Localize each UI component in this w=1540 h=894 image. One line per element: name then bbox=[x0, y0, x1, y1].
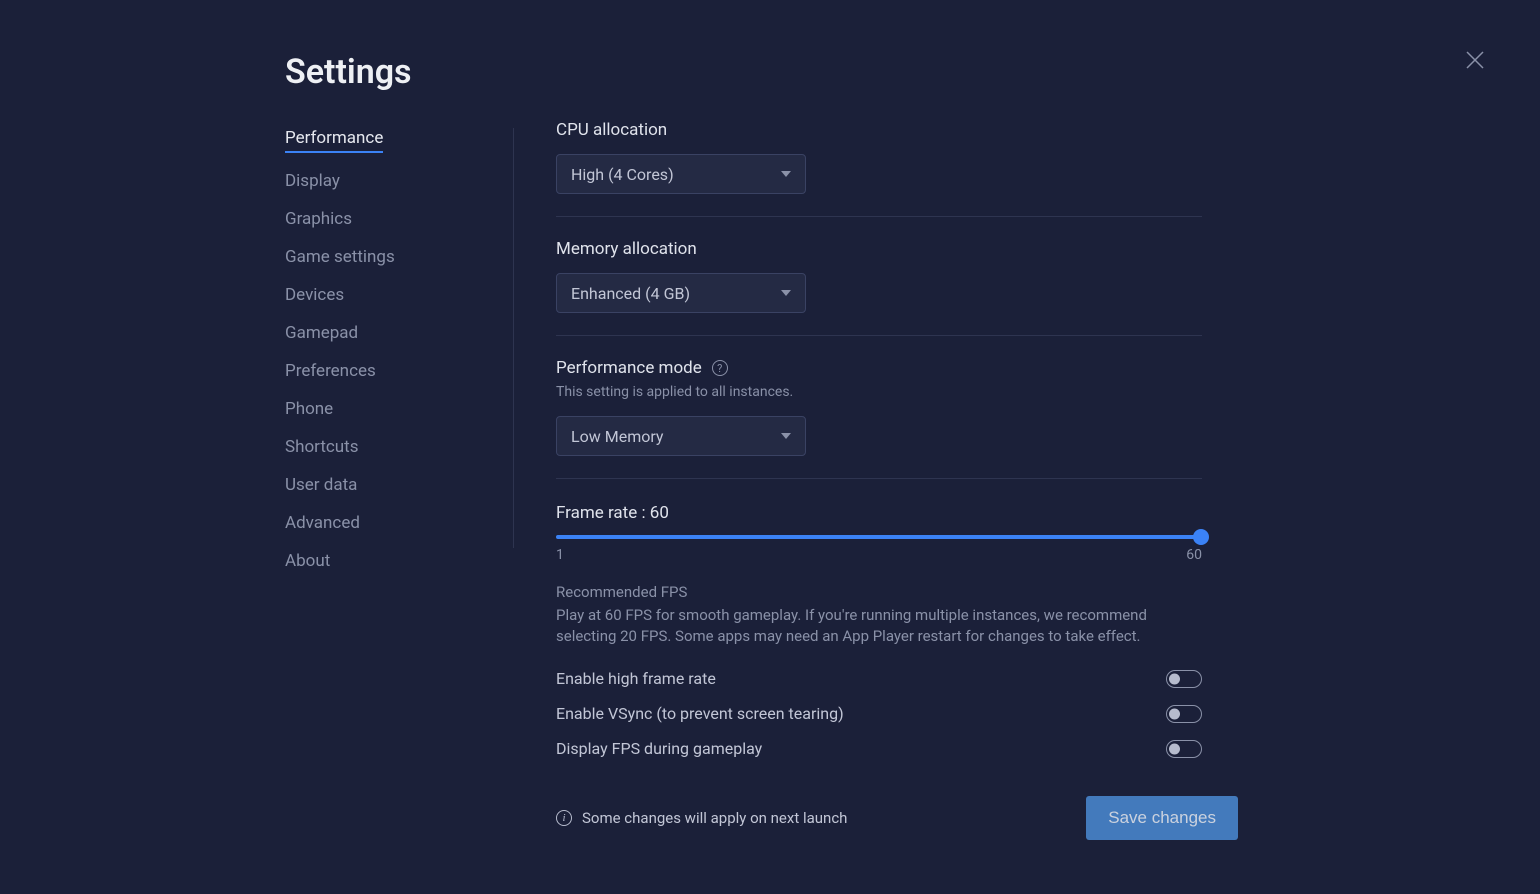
frame-rate-slider[interactable] bbox=[556, 535, 1202, 539]
vsync-label: Enable VSync (to prevent screen tearing) bbox=[556, 704, 844, 723]
high-frame-rate-toggle[interactable] bbox=[1166, 670, 1202, 688]
toggle-knob bbox=[1169, 743, 1180, 754]
section-performance-mode: Performance mode ? This setting is appli… bbox=[556, 335, 1202, 478]
close-icon bbox=[1465, 50, 1485, 70]
settings-content: CPU allocation High (4 Cores) Memory all… bbox=[556, 120, 1202, 780]
display-fps-label: Display FPS during gameplay bbox=[556, 739, 762, 758]
chevron-down-icon bbox=[781, 433, 791, 439]
sidebar-item-devices[interactable]: Devices bbox=[285, 285, 344, 305]
footer-note-text: Some changes will apply on next launch bbox=[582, 809, 847, 827]
frame-rate-min: 1 bbox=[556, 547, 564, 563]
sidebar-item-user-data[interactable]: User data bbox=[285, 475, 357, 495]
cpu-allocation-value: High (4 Cores) bbox=[571, 165, 674, 184]
sidebar-item-preferences[interactable]: Preferences bbox=[285, 361, 376, 381]
save-changes-button[interactable]: Save changes bbox=[1086, 796, 1238, 840]
memory-allocation-value: Enhanced (4 GB) bbox=[571, 284, 690, 303]
toggle-knob bbox=[1169, 673, 1180, 684]
chevron-down-icon bbox=[781, 290, 791, 296]
high-frame-rate-label: Enable high frame rate bbox=[556, 669, 716, 688]
section-memory-allocation: Memory allocation Enhanced (4 GB) bbox=[556, 216, 1202, 335]
settings-sidebar: Performance Display Graphics Game settin… bbox=[285, 128, 485, 571]
sidebar-item-display[interactable]: Display bbox=[285, 171, 340, 191]
footer: i Some changes will apply on next launch… bbox=[556, 796, 1238, 840]
vsync-toggle[interactable] bbox=[1166, 705, 1202, 723]
recommended-fps-title: Recommended FPS bbox=[556, 583, 1202, 601]
sidebar-item-phone[interactable]: Phone bbox=[285, 399, 333, 419]
sidebar-item-performance[interactable]: Performance bbox=[285, 128, 383, 153]
frame-rate-range: 1 60 bbox=[556, 547, 1202, 563]
sidebar-divider bbox=[513, 128, 514, 548]
section-cpu-allocation: CPU allocation High (4 Cores) bbox=[556, 120, 1202, 216]
sidebar-item-about[interactable]: About bbox=[285, 551, 330, 571]
footer-note: i Some changes will apply on next launch bbox=[556, 809, 847, 827]
display-fps-toggle[interactable] bbox=[1166, 740, 1202, 758]
help-icon[interactable]: ? bbox=[712, 360, 728, 376]
cpu-allocation-select[interactable]: High (4 Cores) bbox=[556, 154, 806, 194]
chevron-down-icon bbox=[781, 171, 791, 177]
close-button[interactable] bbox=[1465, 50, 1485, 70]
sidebar-item-shortcuts[interactable]: Shortcuts bbox=[285, 437, 359, 457]
toggle-row-vsync: Enable VSync (to prevent screen tearing) bbox=[556, 704, 1202, 723]
recommended-fps-text: Play at 60 FPS for smooth gameplay. If y… bbox=[556, 605, 1202, 647]
toggle-row-display-fps: Display FPS during gameplay bbox=[556, 739, 1202, 758]
page-title: Settings bbox=[285, 52, 412, 92]
performance-mode-label: Performance mode ? bbox=[556, 358, 1202, 378]
frame-rate-label: Frame rate : 60 bbox=[556, 503, 1202, 523]
performance-mode-select[interactable]: Low Memory bbox=[556, 416, 806, 456]
sidebar-item-graphics[interactable]: Graphics bbox=[285, 209, 352, 229]
info-icon: i bbox=[556, 810, 572, 826]
cpu-allocation-label: CPU allocation bbox=[556, 120, 1202, 140]
memory-allocation-select[interactable]: Enhanced (4 GB) bbox=[556, 273, 806, 313]
frame-rate-max: 60 bbox=[1186, 547, 1202, 563]
toggle-row-high-frame-rate: Enable high frame rate bbox=[556, 669, 1202, 688]
performance-mode-hint: This setting is applied to all instances… bbox=[556, 384, 1202, 400]
frame-rate-slider-thumb[interactable] bbox=[1193, 529, 1209, 545]
sidebar-item-advanced[interactable]: Advanced bbox=[285, 513, 360, 533]
memory-allocation-label: Memory allocation bbox=[556, 239, 1202, 259]
toggle-knob bbox=[1169, 708, 1180, 719]
performance-mode-value: Low Memory bbox=[571, 427, 663, 446]
section-frame-rate: Frame rate : 60 1 60 Recommended FPS Pla… bbox=[556, 478, 1202, 780]
sidebar-item-game-settings[interactable]: Game settings bbox=[285, 247, 395, 267]
sidebar-item-gamepad[interactable]: Gamepad bbox=[285, 323, 358, 343]
